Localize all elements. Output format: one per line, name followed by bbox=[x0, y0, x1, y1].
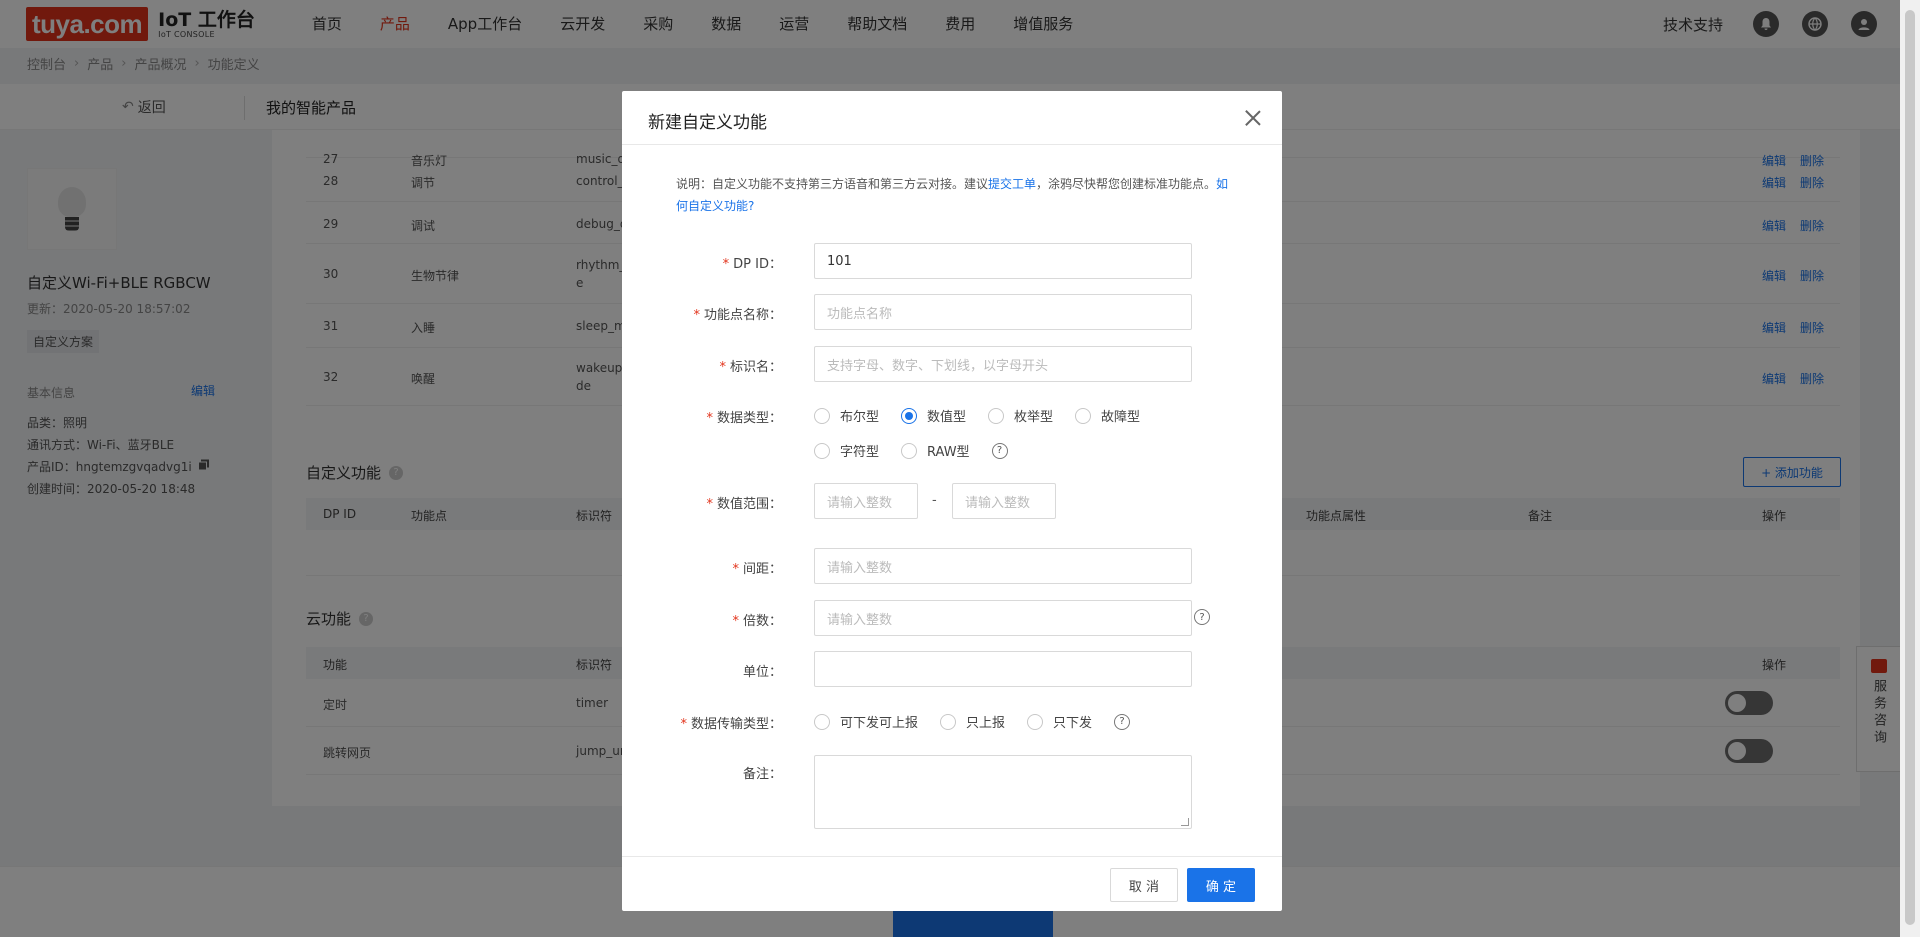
range-max-input[interactable]: 请输入整数 bbox=[952, 483, 1056, 519]
identifier-input[interactable]: 支持字母、数字、下划线，以字母开头 bbox=[814, 346, 1192, 382]
radio-bool[interactable]: 布尔型 bbox=[814, 406, 879, 425]
question-icon[interactable]: ? bbox=[991, 442, 1008, 459]
transfer-type-label: * 数据传输类型： bbox=[680, 717, 782, 732]
range-dash: - bbox=[932, 493, 937, 508]
unit-label: 单位： bbox=[742, 665, 782, 680]
cancel-button[interactable]: 取 消 bbox=[1110, 868, 1178, 902]
question-icon[interactable]: ? bbox=[1194, 609, 1210, 625]
radio-string[interactable]: 字符型 bbox=[814, 441, 879, 460]
range-min-input[interactable]: 请输入整数 bbox=[814, 483, 918, 519]
radio-send-report[interactable]: 可下发可上报 bbox=[814, 712, 918, 731]
dialog-note: 说明：自定义功能不支持第三方语音和第三方云对接。建议提交工单，涂鸦尽快帮您创建标… bbox=[676, 173, 1236, 217]
function-name-input[interactable]: 功能点名称 bbox=[814, 294, 1192, 330]
radio-raw[interactable]: RAW型 bbox=[901, 441, 970, 460]
remark-textarea[interactable] bbox=[814, 755, 1192, 829]
step-input[interactable]: 请输入整数 bbox=[814, 548, 1192, 584]
function-name-label: * 功能点名称： bbox=[693, 308, 782, 323]
dialog-header: 新建自定义功能 bbox=[622, 91, 1282, 145]
note-text-2: ，涂鸦尽快帮您创建标准功能点。 bbox=[1036, 177, 1217, 191]
radio-fault[interactable]: 故障型 bbox=[1075, 406, 1140, 425]
submit-ticket-link[interactable]: 提交工单 bbox=[988, 177, 1036, 191]
multiple-input[interactable]: 请输入整数 bbox=[814, 600, 1192, 636]
question-icon[interactable]: ? bbox=[1114, 713, 1131, 730]
scrollbar-thumb[interactable] bbox=[1905, 10, 1915, 925]
data-type-label: * 数据类型： bbox=[706, 411, 782, 426]
dp-id-input[interactable]: 101 bbox=[814, 243, 1192, 279]
transfer-type-radio-group: 可下发可上报 只上报 只下发 ? bbox=[814, 712, 1131, 731]
note-text: 说明：自定义功能不支持第三方语音和第三方云对接。建议 bbox=[676, 177, 989, 191]
new-custom-function-dialog: 新建自定义功能 说明：自定义功能不支持第三方语音和第三方云对接。建议提交工单，涂… bbox=[622, 91, 1282, 911]
identifier-label: * 标识名： bbox=[719, 360, 782, 375]
remark-label: 备注： bbox=[742, 767, 782, 782]
radio-send-only[interactable]: 只下发 bbox=[1027, 712, 1092, 731]
page-scrollbar[interactable] bbox=[1900, 0, 1920, 937]
dp-id-label: * DP ID： bbox=[722, 257, 782, 272]
radio-value[interactable]: 数值型 bbox=[901, 406, 966, 425]
multiple-label: * 倍数： bbox=[732, 614, 782, 629]
step-label: * 间距： bbox=[732, 562, 782, 577]
range-label: * 数值范围： bbox=[706, 497, 782, 512]
dialog-footer: 取 消 确 定 bbox=[622, 856, 1282, 911]
confirm-button[interactable]: 确 定 bbox=[1187, 868, 1255, 902]
data-type-radio-group: 布尔型 数值型 枚举型 故障型 bbox=[814, 406, 1162, 425]
dialog-title: 新建自定义功能 bbox=[648, 113, 767, 133]
data-type-radio-group-2: 字符型 RAW型 ? bbox=[814, 441, 1008, 460]
close-icon[interactable] bbox=[1242, 107, 1264, 129]
radio-report-only[interactable]: 只上报 bbox=[940, 712, 1005, 731]
radio-enum[interactable]: 枚举型 bbox=[988, 406, 1053, 425]
unit-input[interactable] bbox=[814, 651, 1192, 687]
